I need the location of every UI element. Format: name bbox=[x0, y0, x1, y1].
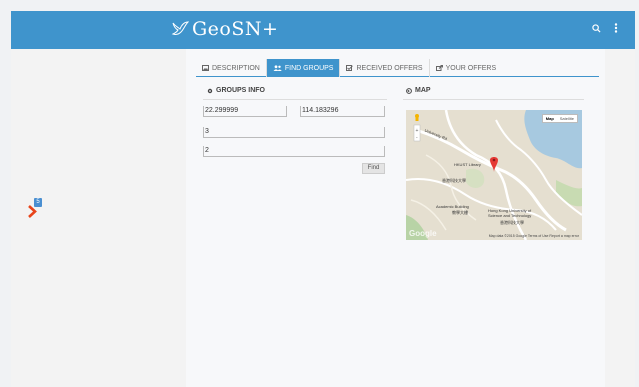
map-label-chinese: 香港科技大學 bbox=[442, 178, 466, 183]
chevron-right-icon bbox=[28, 205, 37, 218]
tab-description-label: Description bbox=[212, 64, 260, 72]
divider bbox=[403, 99, 584, 100]
app-logo-text: GeoSN+ bbox=[192, 18, 279, 40]
tab-your-offers-label: Your Offers bbox=[445, 64, 497, 72]
check-square-icon bbox=[346, 65, 354, 71]
tab-description[interactable]: Description bbox=[196, 59, 267, 77]
gear-icon bbox=[207, 88, 213, 93]
tab-find-groups[interactable]: Find Groups bbox=[266, 59, 341, 77]
tab-received-offers-label: Received Offers bbox=[356, 64, 423, 72]
tab-bar: Description Find Groups Received Offers … bbox=[196, 59, 599, 77]
map-type-control[interactable]: Map Satellite bbox=[541, 114, 578, 123]
left-sidebar bbox=[11, 49, 186, 387]
tab-your-offers[interactable]: Your Offers bbox=[430, 59, 503, 77]
map-title: Map bbox=[406, 87, 431, 94]
map-type-map[interactable]: Map bbox=[543, 115, 557, 122]
tab-find-groups-label: Find Groups bbox=[284, 64, 334, 72]
groups-info-title-text: Groups Info bbox=[216, 87, 266, 94]
bird-logo-icon bbox=[171, 21, 189, 35]
image-icon bbox=[202, 65, 209, 71]
latitude-field[interactable]: 22.299999 bbox=[203, 106, 287, 117]
app-logo[interactable]: GeoSN+ bbox=[171, 18, 278, 40]
map-footer[interactable]: Map data ©2015 Google Terms of Use Repor… bbox=[489, 234, 579, 238]
find-button[interactable]: Find bbox=[362, 163, 385, 174]
top-app-bar: GeoSN+ bbox=[11, 11, 635, 49]
more-vertical-icon[interactable] bbox=[614, 21, 618, 36]
sidebar-toggle-button[interactable] bbox=[28, 205, 37, 223]
svg-text:+: + bbox=[416, 128, 419, 134]
search-icon[interactable] bbox=[592, 21, 601, 36]
tab-received-offers[interactable]: Received Offers bbox=[340, 59, 430, 77]
google-map[interactable]: + - Map Satellite University Rd HKUST Li… bbox=[406, 110, 582, 240]
users-icon bbox=[273, 65, 282, 71]
map-title-text: Map bbox=[415, 87, 431, 94]
longitude-field[interactable]: 114.183296 bbox=[300, 106, 385, 117]
map-label-academic: Academic Building bbox=[436, 204, 469, 209]
right-panel bbox=[605, 49, 635, 387]
map-label-hkust-cn: 香港科技大學 bbox=[500, 220, 524, 225]
map-label-hkust: Hong Kong University of Science and Tech… bbox=[488, 208, 532, 218]
groups-info-title: Groups Info bbox=[207, 87, 265, 94]
map-type-satellite[interactable]: Satellite bbox=[557, 115, 577, 122]
group-count-field[interactable]: 2 bbox=[203, 146, 385, 157]
share-icon bbox=[435, 65, 443, 71]
globe-icon bbox=[406, 87, 412, 94]
group-size-field[interactable]: 3 bbox=[203, 127, 385, 138]
divider bbox=[203, 99, 387, 100]
google-logo: Google bbox=[409, 229, 437, 238]
map-label-library: HKUST Library bbox=[454, 162, 481, 167]
map-label-academic-cn: 教學大樓 bbox=[452, 210, 468, 215]
